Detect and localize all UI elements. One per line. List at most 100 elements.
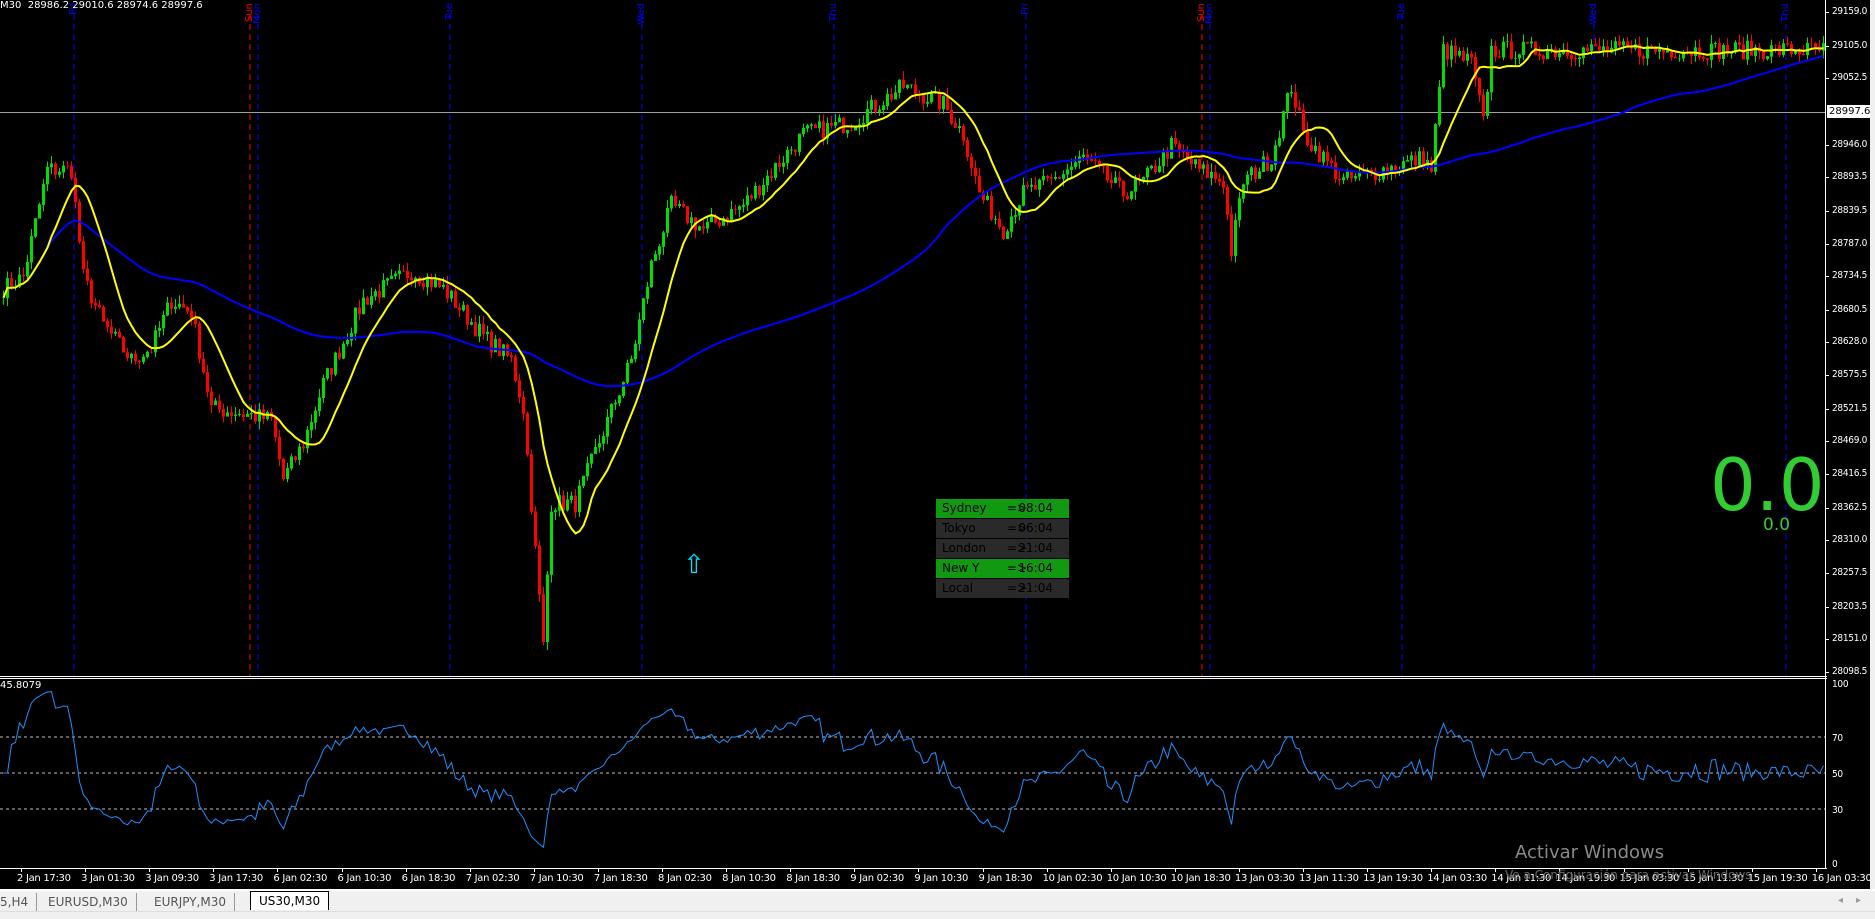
time-axis-label: 3 Jan 09:30	[145, 873, 199, 884]
chart-tab[interactable]: EURUSD,M30	[40, 893, 137, 911]
time-axis-label: 15 Jan 19:30	[1747, 873, 1808, 884]
session-row: Sydney => 08:04	[936, 499, 1069, 518]
time-axis-tick	[1174, 868, 1176, 872]
session-name: Tokyo	[942, 521, 976, 535]
day-marker-label: Wed	[1588, 3, 1599, 25]
chart-tab[interactable]: 5,H4	[0, 893, 38, 911]
price-axis-label: 28151.0	[1832, 633, 1868, 645]
session-arrow: =>	[1007, 541, 1028, 555]
session-time: 21:04	[1018, 541, 1053, 555]
time-axis-tick	[1110, 868, 1112, 872]
price-axis-tick	[1825, 177, 1829, 179]
price-axis-tick	[1825, 639, 1829, 641]
day-marker-label: Fri	[68, 3, 79, 15]
price-axis-label: 28680.5	[1832, 303, 1868, 315]
time-axis-tick	[405, 868, 407, 872]
price-axis-tick	[1825, 672, 1829, 673]
price-chart[interactable]	[0, 0, 1825, 676]
spread-small-value: 0.0	[1763, 515, 1791, 535]
time-axis-tick	[982, 868, 984, 872]
time-axis-tick	[1815, 868, 1817, 872]
time-axis-label: 9 Jan 10:30	[914, 873, 969, 884]
chart-tab[interactable]: US30,M30	[250, 891, 330, 910]
time-axis-label: 2 Jan 17:30	[17, 873, 71, 884]
time-axis-tick	[149, 868, 151, 872]
time-axis-tick	[1495, 868, 1497, 872]
session-name: Sydney	[942, 501, 987, 515]
time-axis-tick	[1303, 868, 1304, 872]
time-axis-label: 14 Jan 03:30	[1427, 873, 1487, 884]
session-arrow: =>	[1007, 521, 1028, 535]
session-arrow: =>	[1007, 561, 1028, 575]
day-marker-label: Mon	[252, 3, 263, 25]
price-axis-tick	[1825, 144, 1829, 146]
price-axis-tick	[1825, 573, 1829, 575]
panel-separator[interactable]	[0, 676, 1827, 677]
time-axis-tick	[469, 868, 471, 872]
price-axis-label: 28362.5	[1832, 501, 1868, 513]
buy-signal-arrow-icon: ⇧	[683, 550, 705, 580]
price-axis-tick	[1825, 12, 1829, 13]
day-marker-label: Tue	[1396, 3, 1407, 21]
chart-tabs-bar: 5,H4 EURUSD,M30 EURJPY,M30 US30,M30 ◂ ▸	[0, 889, 1875, 913]
price-axis-tick	[1825, 45, 1829, 47]
time-axis-label: 10 Jan 02:30	[1042, 873, 1103, 884]
right-edge-panel	[1870, 0, 1875, 889]
time-axis-label: 3 Jan 17:30	[209, 873, 263, 884]
rsi-panel[interactable]	[0, 679, 1825, 868]
time-axis-label: 10 Jan 18:30	[1170, 873, 1231, 884]
time-axis-label: 16 Jan 03:30	[1811, 873, 1872, 884]
price-axis-label: 28310.0	[1832, 534, 1868, 546]
time-axis-label: 7 Jan 10:30	[529, 873, 584, 884]
spread-big-value: 0.0	[1710, 443, 1825, 527]
price-axis-label: 28893.5	[1832, 171, 1868, 183]
session-time: 06:04	[1018, 521, 1053, 535]
day-marker-label: Mon	[1204, 3, 1215, 25]
price-axis-label: 28257.5	[1832, 567, 1868, 579]
session-name: New Y	[942, 561, 980, 575]
price-axis-tick	[1825, 507, 1829, 509]
tabs-scroll-left-icon[interactable]: ◂	[1838, 895, 1843, 906]
chart-tab[interactable]: EURJPY,M30	[146, 893, 235, 911]
time-axis-label: 13 Jan 19:30	[1363, 873, 1423, 884]
time-axis-tick	[1751, 868, 1753, 872]
tabs-scroll-right-icon[interactable]: ▸	[1856, 895, 1861, 906]
price-axis-label: 28575.5	[1832, 369, 1868, 381]
session-row: New Y => 16:04	[936, 559, 1069, 578]
time-axis-tick	[1367, 868, 1369, 872]
session-row: Local => 21:04	[936, 579, 1069, 598]
rsi-axis-label: 70	[1832, 733, 1843, 744]
price-axis-tick	[1825, 474, 1829, 476]
session-clock-panel: Sydney => 08:04 Tokyo => 06:04 London => 21:04 Ne…	[936, 499, 1069, 599]
session-time: 21:04	[1018, 581, 1053, 595]
time-axis-label: 13 Jan 03:30	[1234, 873, 1295, 884]
session-time: 16:04	[1018, 561, 1053, 575]
day-marker-label: Thu	[828, 3, 839, 22]
rsi-line	[3, 691, 1824, 849]
time-axis-label: 6 Jan 02:30	[273, 873, 328, 884]
rsi-axis-label: 0	[1832, 859, 1838, 870]
price-axis-tick	[1825, 606, 1829, 608]
time-axis-label: 13 Jan 11:30	[1299, 873, 1359, 884]
time-axis-tick	[597, 868, 599, 872]
activation-watermark-title: Activar Windows	[1515, 842, 1665, 863]
day-marker-label: Fri	[1020, 3, 1031, 15]
time-axis-tick	[85, 868, 87, 872]
time-axis-tick	[1431, 868, 1433, 872]
price-axis-label: 28521.5	[1832, 402, 1868, 414]
rsi-axis-label: 30	[1832, 805, 1843, 816]
rsi-axis-label: 100	[1832, 679, 1849, 690]
price-axis-label: 28628.0	[1832, 336, 1868, 348]
time-axis-tick	[790, 868, 792, 872]
time-axis-label: 9 Jan 18:30	[978, 873, 1033, 884]
price-chart-canvas[interactable]	[0, 0, 1825, 676]
price-axis-tick	[1825, 441, 1829, 443]
price-axis-label: 28416.5	[1832, 468, 1868, 480]
time-axis-label: 10 Jan 10:30	[1106, 873, 1167, 884]
slow-moving-average-line	[2, 54, 1824, 387]
price-axis-line	[1825, 0, 1826, 868]
session-arrow: =>	[1007, 581, 1028, 595]
session-name: London	[942, 541, 986, 555]
activation-watermark-subtitle: Ve a Configuración para activar Windows	[1505, 868, 1752, 882]
price-axis-tick	[1825, 342, 1829, 344]
